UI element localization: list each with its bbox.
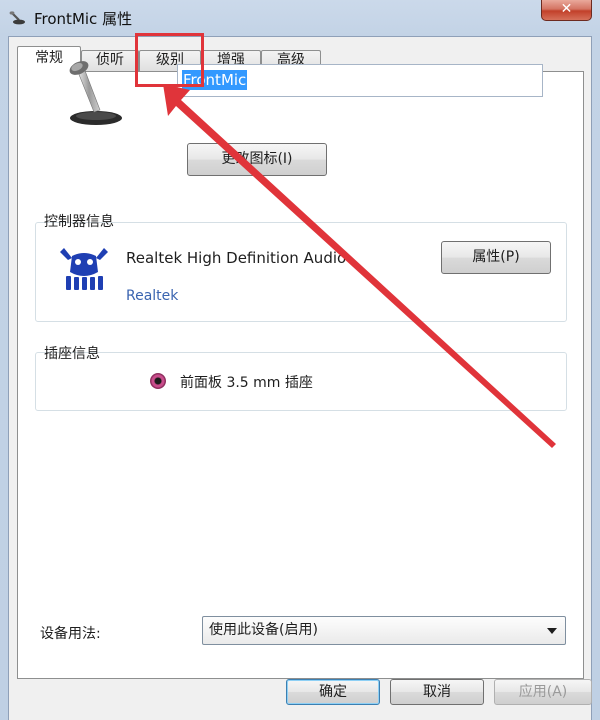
change-icon-button[interactable]: 更改图标(I) — [187, 143, 327, 176]
microphone-icon — [9, 11, 25, 25]
controller-device-name: Realtek High Definition Audio — [126, 249, 347, 267]
controller-properties-button[interactable]: 属性(P) — [441, 241, 551, 274]
close-button[interactable]: ✕ — [541, 0, 592, 21]
jack-info-label: 插座信息 — [44, 346, 100, 362]
device-usage-label: 设备用法: — [40, 626, 101, 642]
device-name-input[interactable]: FrontMic — [177, 64, 543, 97]
apply-button[interactable]: 应用(A) — [494, 679, 592, 705]
controller-vendor-name: Realtek — [126, 288, 179, 304]
annotation-highlight-box — [135, 33, 204, 87]
ok-button[interactable]: 确定 — [286, 679, 380, 705]
cancel-button[interactable]: 取消 — [390, 679, 484, 705]
jack-description: 前面板 3.5 mm 插座 — [180, 375, 313, 391]
jack-color-icon — [150, 373, 166, 389]
realtek-crab-logo — [60, 248, 108, 290]
microphone-icon — [69, 61, 122, 125]
device-usage-selected-value: 使用此设备(启用) — [209, 622, 318, 638]
controller-info-label: 控制器信息 — [44, 214, 114, 230]
chevron-down-icon[interactable] — [547, 628, 557, 634]
window-title: FrontMic 属性 — [34, 10, 133, 28]
device-usage-select[interactable]: 使用此设备(启用) — [202, 616, 566, 645]
title-bar[interactable]: FrontMic 属性 ✕ — [0, 0, 600, 36]
